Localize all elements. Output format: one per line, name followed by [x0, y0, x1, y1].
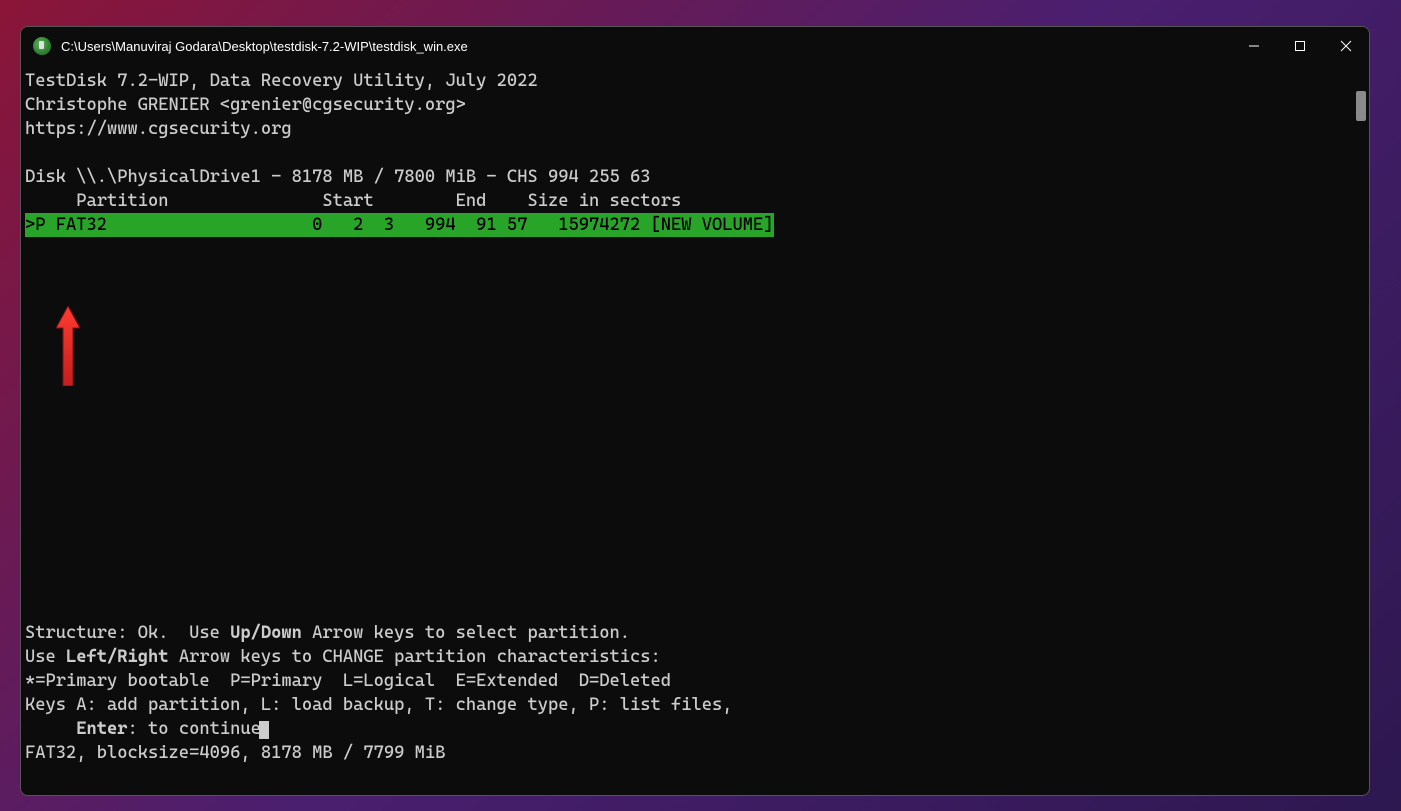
disk-info: Disk \\.\PhysicalDrive1 - 8178 MB / 7800…	[25, 167, 651, 187]
structure-line: Structure: Ok. Use Up/Down Arrow keys to…	[25, 623, 630, 643]
legend-line: *=Primary bootable P=Primary L=Logical E…	[25, 671, 671, 691]
app-icon	[33, 37, 51, 55]
header-line2: Christophe GRENIER <grenier@cgsecurity.o…	[25, 95, 466, 115]
scrollbar-track[interactable]	[1355, 67, 1367, 793]
terminal-content: TestDisk 7.2-WIP, Data Recovery Utility,…	[21, 65, 1369, 769]
enter-line: Enter: to continue	[25, 719, 269, 739]
table-header: Partition Start End Size in sectors	[25, 191, 681, 211]
maximize-button[interactable]	[1277, 27, 1323, 65]
window-controls	[1231, 27, 1369, 65]
partition-row-selected[interactable]: >P FAT32 0 2 3 994 91 57 15974272 [NEW V…	[25, 213, 774, 237]
titlebar: C:\Users\Manuviraj Godara\Desktop\testdi…	[21, 27, 1369, 65]
close-button[interactable]	[1323, 27, 1369, 65]
use-line: Use Left/Right Arrow keys to CHANGE part…	[25, 647, 661, 667]
fsinfo-line: FAT32, blocksize=4096, 8178 MB / 7799 Mi…	[25, 743, 445, 763]
minimize-button[interactable]	[1231, 27, 1277, 65]
keys-line: Keys A: add partition, L: load backup, T…	[25, 695, 733, 715]
header-line3: https://www.cgsecurity.org	[25, 119, 292, 139]
window-title: C:\Users\Manuviraj Godara\Desktop\testdi…	[61, 39, 1231, 54]
terminal-body[interactable]: TestDisk 7.2-WIP, Data Recovery Utility,…	[21, 65, 1369, 795]
red-arrow-icon	[56, 306, 80, 386]
cursor-icon	[259, 721, 269, 739]
header-line1: TestDisk 7.2-WIP, Data Recovery Utility,…	[25, 71, 538, 91]
terminal-window: C:\Users\Manuviraj Godara\Desktop\testdi…	[20, 26, 1370, 796]
scrollbar-thumb[interactable]	[1356, 91, 1366, 121]
